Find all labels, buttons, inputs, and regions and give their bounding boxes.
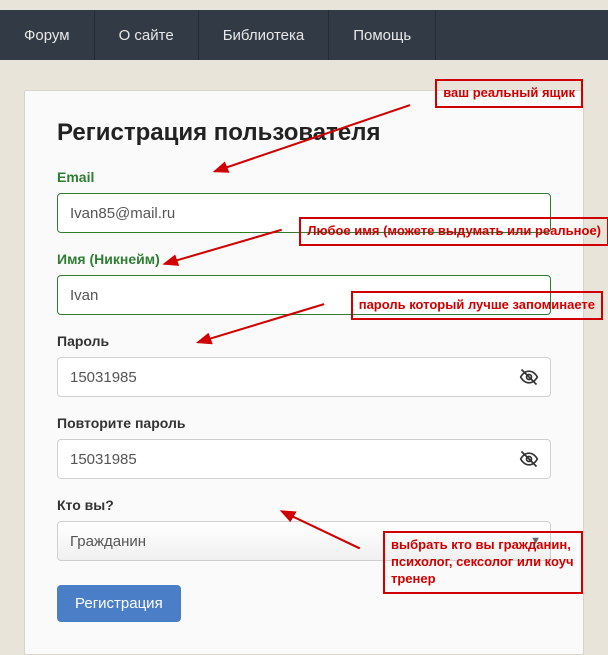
annotation-name: Любое имя (можете выдумать или реальное)	[299, 217, 608, 246]
annotation-password: пароль который лучше запоминаете	[351, 291, 603, 320]
password-field[interactable]	[57, 357, 551, 397]
password2-field[interactable]	[57, 439, 551, 479]
annotation-role: выбрать кто вы гражданин, психолог, секс…	[383, 531, 583, 594]
nav-forum[interactable]: Форум	[0, 10, 95, 60]
email-label: Email	[57, 169, 551, 185]
eye-off-icon[interactable]	[519, 449, 539, 469]
role-label: Кто вы?	[57, 497, 551, 513]
eye-off-icon[interactable]	[519, 367, 539, 387]
registration-card: Регистрация пользователя Email Имя (Никн…	[24, 90, 584, 655]
name-label: Имя (Никнейм)	[57, 251, 551, 267]
nav-about[interactable]: О сайте	[95, 10, 199, 60]
main-navbar: Форум О сайте Библиотека Помощь	[0, 10, 608, 60]
page-title: Регистрация пользователя	[57, 119, 551, 147]
register-button[interactable]: Регистрация	[57, 585, 181, 622]
nav-help[interactable]: Помощь	[329, 10, 436, 60]
annotation-email: ваш реальный ящик	[435, 79, 583, 108]
nav-library[interactable]: Библиотека	[199, 10, 330, 60]
password2-label: Повторите пароль	[57, 415, 551, 431]
password-label: Пароль	[57, 333, 551, 349]
